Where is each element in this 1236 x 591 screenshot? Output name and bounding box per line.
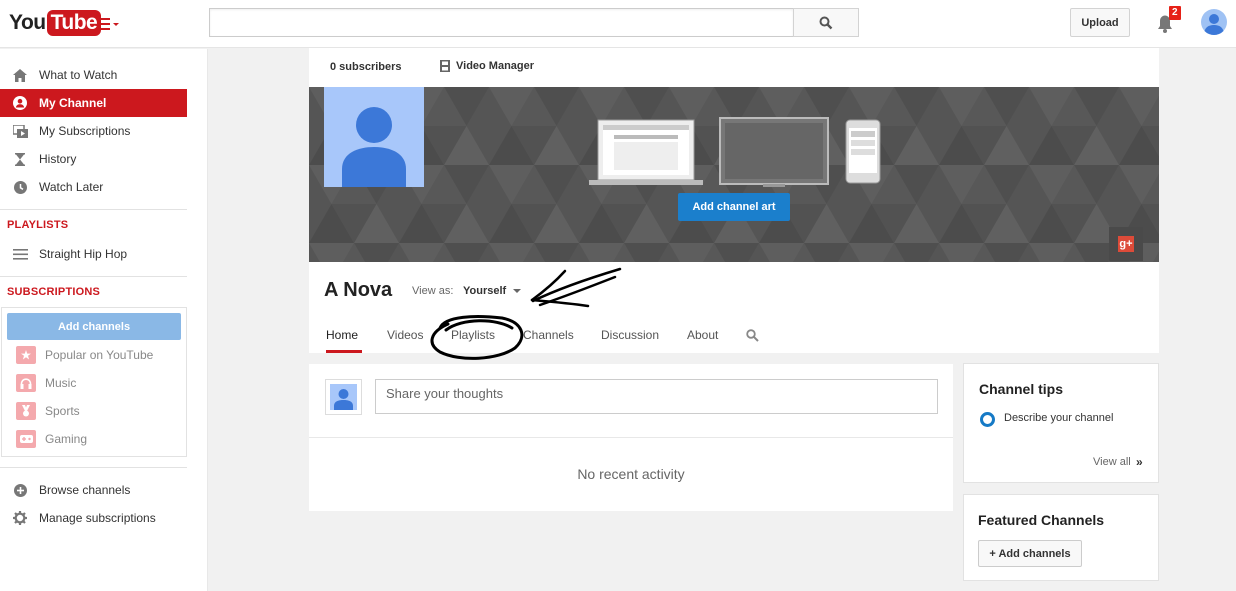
sidebar-item-my-subscriptions[interactable]: My Subscriptions — [0, 117, 187, 145]
playlists-heading[interactable]: PLAYLISTS — [7, 219, 68, 231]
sidebar-item-label: My Channel — [39, 96, 107, 110]
poster-avatar — [325, 379, 362, 415]
view-all-tips-link[interactable]: View all — [1093, 456, 1131, 468]
sidebar-item-label: What to Watch — [39, 68, 118, 82]
top-bar: You Tube Upload 2 — [0, 0, 1236, 48]
channel-tabs: Home Videos Playlists Channels Discussio… — [309, 326, 1159, 353]
google-plus-icon: g+ — [1118, 236, 1134, 252]
gamepad-icon — [16, 430, 36, 448]
sidebar-item-label: Straight Hip Hop — [39, 247, 128, 261]
sidebar-item-my-channel[interactable]: My Channel — [0, 89, 187, 117]
activity-divider — [309, 437, 953, 438]
subscription-item-music[interactable]: Music — [16, 373, 76, 393]
sidebar-item-manage-subscriptions[interactable]: Manage subscriptions — [0, 504, 187, 532]
channel-tips-title: Channel tips — [979, 381, 1064, 397]
subscriptions-icon — [12, 123, 28, 139]
view-as-dropdown[interactable]: Yourself — [463, 285, 524, 297]
video-manager-label: Video Manager — [456, 60, 535, 72]
user-avatar-icon — [334, 389, 353, 410]
hourglass-icon — [12, 151, 28, 167]
playlist-icon — [12, 246, 28, 262]
featured-channels-panel: Featured Channels + Add channels — [963, 494, 1159, 581]
channel-avatar[interactable] — [324, 87, 424, 187]
tab-home[interactable]: Home — [326, 326, 362, 353]
google-plus-link[interactable]: g+ — [1109, 227, 1143, 261]
tv-preview-icon — [719, 117, 829, 187]
subscription-item-label: Sports — [45, 404, 80, 418]
channel-search-button[interactable] — [746, 326, 759, 353]
add-featured-channels-button[interactable]: + Add channels — [978, 540, 1082, 567]
subscriber-count: 0 subscribers — [330, 61, 402, 73]
laptop-preview-icon — [589, 119, 703, 185]
add-channels-button[interactable]: Add channels — [7, 313, 181, 340]
search-icon — [746, 329, 759, 342]
tip-status-circle-icon — [980, 412, 995, 427]
tab-playlists[interactable]: Playlists — [451, 326, 495, 353]
chevron-down-icon — [513, 289, 522, 293]
tab-discussion[interactable]: Discussion — [601, 326, 659, 353]
search-icon — [819, 16, 833, 29]
video-manager-link[interactable]: Video Manager — [440, 60, 534, 72]
subscription-item-label: Popular on YouTube — [45, 348, 154, 362]
upload-button[interactable]: Upload — [1070, 8, 1130, 37]
guide-menu-icon[interactable] — [97, 17, 123, 31]
sidebar-item-label: My Subscriptions — [39, 124, 131, 138]
tab-videos[interactable]: Videos — [387, 326, 423, 353]
home-icon — [12, 67, 28, 83]
sidebar-divider — [0, 209, 187, 210]
channel-tips-panel: Channel tips Describe your channel View … — [963, 363, 1159, 483]
sidebar-item-history[interactable]: History — [0, 145, 187, 173]
search-input[interactable] — [209, 8, 794, 37]
view-as-value: Yourself — [463, 285, 507, 297]
youtube-logo[interactable]: You Tube — [9, 8, 102, 38]
headphones-icon — [16, 374, 36, 392]
star-icon — [16, 346, 36, 364]
user-circle-icon — [12, 95, 28, 111]
user-avatar-icon — [342, 107, 406, 187]
activity-feed: Share your thoughts No recent activity — [309, 364, 953, 511]
subscription-item-label: Gaming — [45, 432, 88, 446]
subscriptions-heading[interactable]: SUBSCRIPTIONS — [7, 286, 100, 298]
view-as-label: View as: — [412, 285, 454, 297]
user-avatar-icon — [1204, 14, 1224, 35]
guide-sidebar: What to Watch My Channel My Subscription… — [0, 49, 208, 591]
share-thoughts-input[interactable]: Share your thoughts — [375, 379, 938, 414]
sidebar-item-label: History — [39, 152, 77, 166]
sidebar-item-watch-later[interactable]: Watch Later — [0, 173, 187, 201]
sidebar-item-browse-channels[interactable]: Browse channels — [0, 476, 187, 504]
subscription-item-popular[interactable]: Popular on YouTube — [16, 345, 153, 365]
double-chevron-right-icon[interactable]: » — [1136, 455, 1143, 469]
banner-pattern — [309, 87, 1159, 262]
no-activity-message: No recent activity — [577, 466, 685, 482]
channel-header: 0 subscribers Video Manager Add channel … — [309, 48, 1159, 353]
tab-about[interactable]: About — [687, 326, 718, 353]
featured-channels-title: Featured Channels — [978, 512, 1105, 528]
plus-circle-icon — [12, 482, 28, 498]
tab-channels[interactable]: Channels — [523, 326, 574, 353]
film-icon — [440, 60, 450, 72]
phone-preview-icon — [845, 119, 881, 184]
tip-describe-channel[interactable]: Describe your channel — [1004, 412, 1114, 425]
clock-icon — [12, 179, 28, 195]
sidebar-item-label: Manage subscriptions — [39, 511, 156, 525]
sidebar-divider — [0, 276, 187, 277]
sidebar-item-what-to-watch[interactable]: What to Watch — [0, 61, 187, 89]
subscription-item-gaming[interactable]: Gaming — [16, 429, 87, 449]
sidebar-divider — [0, 467, 187, 468]
gear-icon — [12, 510, 28, 526]
medal-icon — [16, 402, 36, 420]
channel-name: A Nova — [324, 279, 393, 301]
channel-art-banner: Add channel art g+ — [309, 87, 1159, 262]
logo-you-text: You — [9, 11, 46, 34]
sidebar-item-label: Watch Later — [39, 180, 104, 194]
notification-count-badge: 2 — [1169, 6, 1181, 20]
search-button[interactable] — [793, 8, 859, 37]
logo-tube-text: Tube — [46, 10, 102, 36]
add-channel-art-button[interactable]: Add channel art — [678, 193, 790, 221]
sidebar-item-playlist[interactable]: Straight Hip Hop — [0, 240, 187, 268]
sidebar-item-label: Browse channels — [39, 483, 131, 497]
account-avatar[interactable] — [1201, 9, 1227, 35]
subscription-item-label: Music — [45, 376, 77, 390]
subscription-item-sports[interactable]: Sports — [16, 401, 80, 421]
